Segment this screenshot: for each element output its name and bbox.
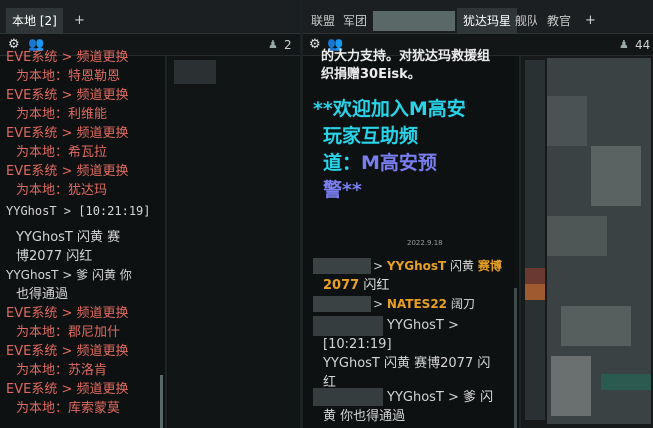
blurred-speaker[interactable] <box>313 296 371 312</box>
chat-speaker[interactable]: YYGhosT <box>387 259 446 273</box>
system-message-body: 为本地：利维能 <box>16 107 108 122</box>
system-message-header: EVE系统 > 频道更换 <box>6 50 129 65</box>
chat-line: YYGhosT > 爹 闪 黄 你也得通過 <box>313 388 517 426</box>
tab-instructor[interactable]: 教官 <box>547 8 573 34</box>
chat-separator: > <box>373 297 384 311</box>
list-item: EVE系统 > 频道更换 为本地：郡尼加什 <box>6 304 164 342</box>
left-chat-feed[interactable]: EVE系统 > 频道更换 为本地：特恩勒恩 EVE系统 > 频道更换 为本地：利… <box>6 48 164 428</box>
chat-line: > NATES22 阔刀 <box>313 295 513 314</box>
system-message-header: EVE系统 > 频道更换 <box>6 306 129 321</box>
blurred-member[interactable] <box>174 60 216 84</box>
tab-local[interactable]: 本地 [2] <box>6 8 63 34</box>
left-tab-bar: 本地 [2] + <box>0 0 300 34</box>
system-message-body: 为本地：苏洛肯 <box>16 363 108 378</box>
blurred-speaker[interactable] <box>313 388 383 406</box>
motd-text: 的大力支持。对犹达玛救援组 <box>321 49 491 64</box>
left-feed-scrollbar[interactable] <box>160 375 163 428</box>
chat-line: > YYGhosT 闪黄 赛博 2077 闪红 <box>313 257 513 295</box>
system-message-header: EVE系统 > 频道更换 <box>6 382 129 397</box>
list-item: EVE系统 > 频道更换 为本地：苏洛肯 <box>6 342 164 380</box>
date-note: 2022.9.18 <box>407 239 443 247</box>
add-tab-button[interactable]: + <box>585 8 596 34</box>
blurred-member[interactable] <box>525 60 545 420</box>
list-item: EVE系统 > 频道更换 为本地：犹达玛 <box>6 162 164 200</box>
person-icon: ♟ <box>619 38 629 51</box>
chat-text: 黄 你也得通過 <box>323 409 406 424</box>
chat-text: 闪红 <box>359 278 390 293</box>
blurred-member[interactable] <box>547 216 607 256</box>
chat-text: 闪黄 <box>446 259 478 273</box>
member-count: 2 <box>284 38 292 52</box>
blurred-member[interactable] <box>561 306 631 346</box>
list-item: EVE系统 > 频道更换 为本地：利维能 <box>6 86 164 124</box>
chat-speaker[interactable]: NATES22 <box>387 297 447 311</box>
group-chat-window: 联盟 军团 犹达玛星 舰队 教官 + ⚙ 👥 ♟ 44 的大力支持。对犹达玛救援… <box>303 0 653 428</box>
list-item: EVE系统 > 频道更换 为本地：特恩勒恩 <box>6 48 164 86</box>
right-chat-feed[interactable]: 的大力支持。对犹达玛救援组 织捐赠30Eisk。 **欢迎加入M高安 玩家互助频… <box>303 48 517 428</box>
member-count: 44 <box>635 38 651 52</box>
system-message-body: 为本地：犹达玛 <box>16 183 108 198</box>
blurred-member[interactable] <box>601 374 651 390</box>
system-message-header: EVE系统 > 频道更换 <box>6 164 129 179</box>
right-feed-scrollbar[interactable] <box>514 288 517 428</box>
chat-separator: > <box>373 259 384 273</box>
channel-banner: **欢迎加入M高安 玩家互助频 道：M高安预 警** <box>303 96 517 204</box>
system-message-header: EVE系统 > 频道更换 <box>6 344 129 359</box>
tab-alliance[interactable]: 联盟 <box>311 8 335 34</box>
list-item: EVE系统 > 频道更换 为本地：库索蒙莫 <box>6 380 164 418</box>
chat-speaker[interactable]: YYGhosT > [10:21:19] <box>6 202 164 221</box>
add-tab-button[interactable]: + <box>74 8 85 34</box>
blurred-tab[interactable] <box>373 11 455 31</box>
blurred-member[interactable] <box>525 284 545 300</box>
right-tab-bar: 联盟 军团 犹达玛星 舰队 教官 + <box>303 0 653 34</box>
tab-yudama[interactable]: 犹达玛星 <box>457 8 518 34</box>
chat-text: 阔刀 <box>447 297 475 311</box>
system-message-body: 为本地：库索蒙莫 <box>16 401 121 416</box>
blurred-speaker[interactable] <box>313 316 383 336</box>
pane-divider[interactable] <box>165 56 167 428</box>
system-message-body: 为本地：郡尼加什 <box>16 325 121 340</box>
tab-corp[interactable]: 军团 <box>343 8 367 34</box>
chat-line: YYGhosT > [10:21:19] YYGhosT 闪黄 赛博2077 闪… <box>313 316 517 392</box>
blurred-member[interactable] <box>591 146 641 206</box>
chat-text: 赛博 <box>477 259 502 273</box>
chat-timestamp: [10:21:19] <box>323 337 392 352</box>
blurred-speaker[interactable] <box>313 258 371 274</box>
banner-line: 玩家互助频 <box>323 125 419 147</box>
banner-line: 警** <box>323 179 362 201</box>
banner-line: M高安预 <box>361 152 437 174</box>
list-item: YYGhosT > 爹 闪黄 你 也得通過 <box>6 266 164 304</box>
list-item: EVE系统 > 频道更换 为本地：希瓦拉 <box>6 124 164 162</box>
banner-line: 道： <box>323 152 362 174</box>
system-message-header: EVE系统 > 频道更换 <box>6 126 129 141</box>
blurred-member[interactable] <box>547 96 587 146</box>
chat-text: 2077 <box>323 278 360 293</box>
chat-speaker[interactable]: YYGhosT > 爹 闪黄 你 <box>6 266 164 285</box>
system-message-body: 为本地：特恩勒恩 <box>16 69 121 84</box>
banner-line: **欢迎加入M高安 <box>313 98 466 120</box>
chat-text: YYGhosT 闪黄 赛 <box>16 230 121 245</box>
person-icon: ♟ <box>268 38 278 51</box>
chat-text: YYGhosT 闪黄 赛博2077 闪 <box>323 356 491 371</box>
system-message-body: 为本地：希瓦拉 <box>16 145 108 160</box>
chat-text: 也得通過 <box>16 287 69 302</box>
local-chat-window: 本地 [2] + ⚙ 👥 ♟ 2 EVE系统 > 频道更换 为本地：特恩勒恩 E… <box>0 0 300 428</box>
chat-text: 博2077 闪红 <box>16 249 93 264</box>
tab-fleet[interactable]: 舰队 <box>515 8 537 34</box>
member-list[interactable] <box>168 56 300 428</box>
blurred-member[interactable] <box>551 356 591 416</box>
system-message-header: EVE系统 > 频道更换 <box>6 88 129 103</box>
motd-text: 织捐赠30Eisk。 <box>321 67 421 82</box>
list-item: YYGhosT > [10:21:19] YYGhosT 闪黄 赛 博2077 … <box>6 202 164 266</box>
member-list[interactable] <box>521 56 653 428</box>
